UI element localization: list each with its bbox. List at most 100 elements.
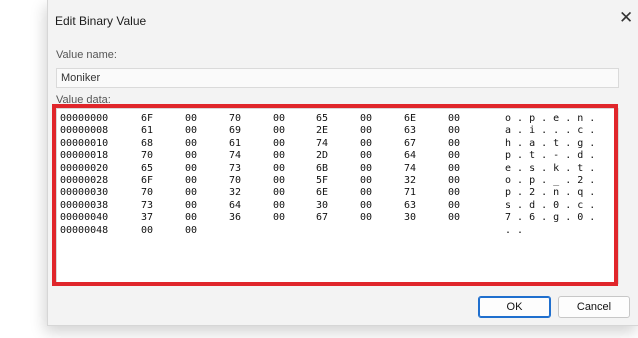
cancel-button[interactable]: Cancel xyxy=(558,296,630,318)
hex-byte[interactable]: 00 xyxy=(448,150,460,161)
hex-byte[interactable]: 73 xyxy=(141,200,153,211)
hex-address: 00000040 xyxy=(60,212,109,224)
hex-byte[interactable]: 00 xyxy=(360,175,372,186)
hex-byte[interactable]: 64 xyxy=(229,200,241,211)
hex-byte[interactable]: 00 xyxy=(273,138,285,149)
hex-byte[interactable]: 5F xyxy=(316,175,328,186)
hex-byte[interactable]: 61 xyxy=(229,138,241,149)
hex-address: 00000048 xyxy=(60,224,109,236)
hex-byte[interactable]: 70 xyxy=(141,187,153,198)
hex-byte[interactable]: 2E xyxy=(316,125,328,136)
hex-byte[interactable]: 30 xyxy=(316,200,328,211)
hex-byte[interactable]: 70 xyxy=(141,150,153,161)
hex-byte[interactable]: 00 xyxy=(448,187,460,198)
hex-byte[interactable]: 32 xyxy=(229,187,241,198)
hex-row[interactable]: 00000028 6F 00 70 00 5F 00 32 00 o . p . _ . 2 . xyxy=(60,175,610,187)
hex-byte[interactable]: 00 xyxy=(273,113,285,124)
hex-byte[interactable]: 65 xyxy=(316,113,328,124)
ok-button[interactable]: OK xyxy=(478,296,551,318)
hex-byte[interactable]: 00 xyxy=(360,187,372,198)
hex-byte[interactable]: 00 xyxy=(448,212,460,223)
hex-byte[interactable]: 00 xyxy=(185,113,197,124)
hex-byte[interactable]: 00 xyxy=(185,138,197,149)
hex-byte[interactable]: 65 xyxy=(141,163,153,174)
hex-byte[interactable]: 00 xyxy=(185,175,197,186)
hex-byte[interactable]: 61 xyxy=(141,125,153,136)
hex-byte[interactable]: 00 xyxy=(360,212,372,223)
hex-byte[interactable]: 00 xyxy=(448,200,460,211)
hex-byte[interactable]: 6F xyxy=(141,175,153,186)
hex-address: 00000020 xyxy=(60,162,109,174)
value-name-field: Moniker xyxy=(56,68,619,88)
hex-byte[interactable]: 00 xyxy=(141,225,153,236)
hex-ascii: s . d . 0 . c . xyxy=(505,199,596,211)
hex-ascii: 7 . 6 . g . 0 . xyxy=(505,212,596,224)
hex-byte[interactable]: 00 xyxy=(185,187,197,198)
hex-byte[interactable]: 74 xyxy=(316,138,328,149)
hex-byte[interactable]: 00 xyxy=(185,125,197,136)
hex-byte[interactable]: 00 xyxy=(360,150,372,161)
hex-byte[interactable]: 70 xyxy=(229,113,241,124)
close-icon[interactable]: ✕ xyxy=(619,9,633,26)
hex-byte[interactable]: 37 xyxy=(141,212,153,223)
hex-row[interactable]: 00000040 37 00 36 00 67 00 30 00 7 . 6 . g . 0 . xyxy=(60,212,610,224)
hex-address: 00000010 xyxy=(60,137,109,149)
hex-byte[interactable]: 00 xyxy=(360,163,372,174)
hex-byte[interactable]: 6E xyxy=(316,187,328,198)
hex-byte[interactable]: 67 xyxy=(316,212,328,223)
hex-byte[interactable]: 00 xyxy=(273,175,285,186)
hex-row[interactable]: 00000018 70 00 74 00 2D 00 64 00 p . t . - . d . xyxy=(60,150,610,162)
hex-byte[interactable]: 00 xyxy=(448,175,460,186)
hex-byte[interactable]: 00 xyxy=(360,125,372,136)
hex-byte[interactable]: 6E xyxy=(404,113,416,124)
hex-byte[interactable]: 6B xyxy=(316,163,328,174)
hex-byte[interactable]: 00 xyxy=(273,200,285,211)
hex-row[interactable]: 00000020 65 00 73 00 6B 00 74 00 e . s . k . t . xyxy=(60,163,610,175)
hex-byte[interactable]: 64 xyxy=(404,150,416,161)
hex-byte[interactable]: 00 xyxy=(273,150,285,161)
value-data-label: Value data: xyxy=(56,94,111,106)
hex-byte[interactable]: 73 xyxy=(229,163,241,174)
hex-byte[interactable]: 00 xyxy=(185,200,197,211)
hex-byte[interactable]: 74 xyxy=(404,163,416,174)
hex-byte[interactable]: 70 xyxy=(229,175,241,186)
hex-byte[interactable]: 00 xyxy=(448,125,460,136)
hex-byte[interactable]: 00 xyxy=(273,163,285,174)
hex-byte[interactable]: 00 xyxy=(273,125,285,136)
hex-byte[interactable]: 00 xyxy=(360,113,372,124)
hex-ascii: h . a . t . g . xyxy=(505,137,596,149)
hex-byte[interactable]: 00 xyxy=(273,187,285,198)
hex-row[interactable]: 00000038 73 00 64 00 30 00 63 00 s . d . 0 . c . xyxy=(60,200,610,212)
hex-byte[interactable]: 00 xyxy=(185,150,197,161)
hex-byte[interactable]: 00 xyxy=(273,212,285,223)
hex-byte[interactable]: 74 xyxy=(229,150,241,161)
hex-byte[interactable]: 00 xyxy=(448,138,460,149)
hex-byte[interactable]: 63 xyxy=(404,200,416,211)
hex-row[interactable]: 00000030 70 00 32 00 6E 00 71 00 p . 2 . n . q . xyxy=(60,187,610,199)
hex-byte[interactable]: 00 xyxy=(185,225,197,236)
hex-ascii: o . p . e . n . xyxy=(505,113,596,124)
hex-byte[interactable]: 00 xyxy=(185,163,197,174)
hex-byte[interactable]: 00 xyxy=(448,163,460,174)
hex-byte[interactable]: 32 xyxy=(404,175,416,186)
hex-byte[interactable]: 2D xyxy=(316,150,328,161)
hex-address: 00000030 xyxy=(60,187,109,199)
hex-byte[interactable]: 63 xyxy=(404,125,416,136)
hex-byte[interactable]: 36 xyxy=(229,212,241,223)
hex-byte[interactable]: 6F xyxy=(141,113,153,124)
hex-byte[interactable]: 00 xyxy=(448,113,460,124)
hex-byte[interactable]: 00 xyxy=(360,138,372,149)
hex-byte[interactable]: 71 xyxy=(404,187,416,198)
hex-byte[interactable]: 00 xyxy=(360,200,372,211)
hex-byte[interactable]: 68 xyxy=(141,138,153,149)
hex-ascii: a . i . . . c . xyxy=(505,125,596,137)
hex-row[interactable]: 00000010 68 00 61 00 74 00 67 00 h . a . t . g . xyxy=(60,138,610,150)
hex-row[interactable]: 00000008 61 00 69 00 2E 00 63 00 a . i . . . c . xyxy=(60,125,610,137)
hex-ascii: . . xyxy=(505,224,524,236)
hex-byte[interactable]: 30 xyxy=(404,212,416,223)
hex-row[interactable]: 00000048 00 00 . . xyxy=(60,225,610,237)
hex-row[interactable]: 00000000 6F 00 70 00 65 00 6E 00 o . p . e . n . xyxy=(60,113,610,125)
hex-byte[interactable]: 67 xyxy=(404,138,416,149)
hex-byte[interactable]: 69 xyxy=(229,125,241,136)
hex-byte[interactable]: 00 xyxy=(185,212,197,223)
